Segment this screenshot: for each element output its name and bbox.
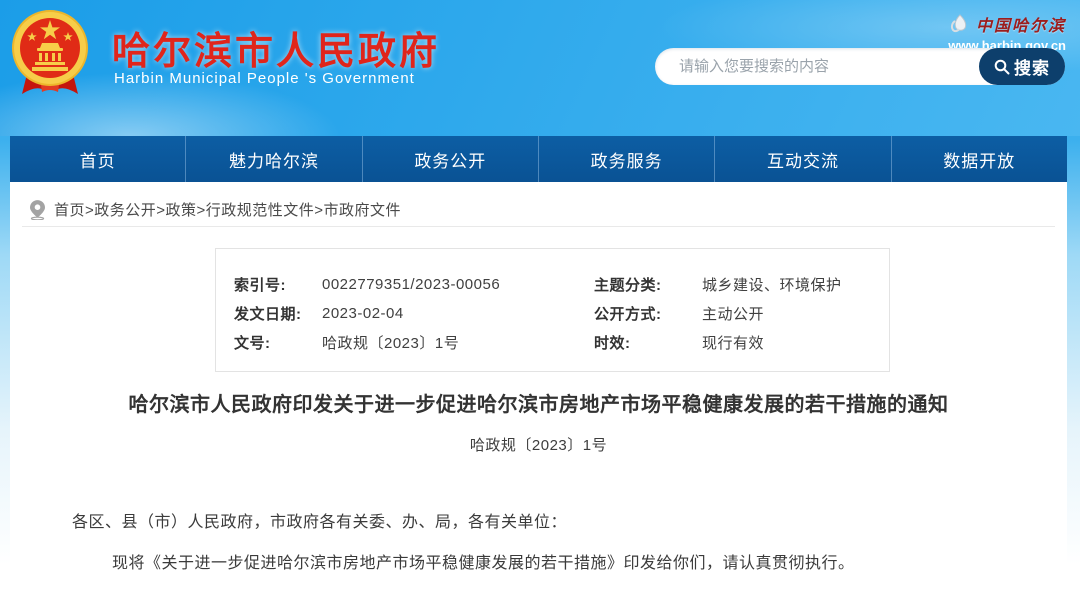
national-emblem-icon	[10, 8, 90, 98]
nav-item-gov-info[interactable]: 政务公开	[363, 136, 539, 182]
breadcrumb-text: 首页>政务公开>政策>行政规范性文件>市政府文件	[54, 199, 401, 220]
search-input[interactable]	[655, 48, 975, 85]
search-button[interactable]: 搜索	[979, 48, 1065, 85]
meta-value-doc-no: 哈政规〔2023〕1号	[322, 332, 594, 353]
meta-value-index-no: 0022779351/2023-00056	[322, 276, 594, 293]
meta-row: 文号: 哈政规〔2023〕1号 时效: 现行有效	[234, 328, 889, 357]
breadcrumb-divider	[22, 226, 1055, 227]
meta-value-validity: 现行有效	[702, 332, 889, 353]
meta-label-index-no: 索引号:	[234, 274, 322, 295]
nav-item-gov-service[interactable]: 政务服务	[539, 136, 715, 182]
body-paragraph-main: 现将《关于进一步促进哈尔滨市房地产市场平稳健康发展的若干措施》印发给你们，请认真…	[112, 553, 855, 575]
meta-label-validity: 时效:	[594, 332, 702, 353]
meta-label-category: 主题分类:	[594, 274, 702, 295]
site-title-english: Harbin Municipal People 's Government	[114, 70, 415, 87]
nav-item-open-data[interactable]: 数据开放	[892, 136, 1067, 182]
brand-link[interactable]: 中国哈尔滨 www.harbin.gov.cn	[948, 12, 1066, 53]
meta-label-open-mode: 公开方式:	[594, 303, 702, 324]
page: 哈尔滨市人民政府 Harbin Municipal People 's Gove…	[0, 0, 1080, 592]
meta-row: 发文日期: 2023-02-04 公开方式: 主动公开	[234, 299, 889, 328]
location-pin-icon	[30, 200, 45, 220]
lilac-flower-icon	[949, 13, 971, 35]
nav-item-home[interactable]: 首页	[10, 136, 186, 182]
meta-value-issue-date: 2023-02-04	[322, 305, 594, 322]
search-bar: 搜索	[655, 48, 1065, 85]
meta-value-open-mode: 主动公开	[702, 303, 889, 324]
brand-name: 中国哈尔滨	[976, 12, 1066, 36]
nav-item-charm[interactable]: 魅力哈尔滨	[186, 136, 362, 182]
document-meta-table: 索引号: 0022779351/2023-00056 主题分类: 城乡建设、环境…	[215, 248, 890, 372]
meta-row: 索引号: 0022779351/2023-00056 主题分类: 城乡建设、环境…	[234, 270, 889, 299]
site-header: 哈尔滨市人民政府 Harbin Municipal People 's Gove…	[0, 0, 1080, 136]
meta-label-doc-no: 文号:	[234, 332, 322, 353]
meta-value-category: 城乡建设、环境保护	[702, 274, 889, 295]
nav-item-interaction[interactable]: 互动交流	[715, 136, 891, 182]
document-number: 哈政规〔2023〕1号	[10, 434, 1067, 455]
document-title: 哈尔滨市人民政府印发关于进一步促进哈尔滨市房地产市场平稳健康发展的若干措施的通知	[10, 388, 1067, 417]
site-title: 哈尔滨市人民政府	[112, 20, 440, 75]
body-paragraph-salutation: 各区、县（市）人民政府，市政府各有关委、办、局，各有关单位：	[72, 512, 567, 534]
meta-label-issue-date: 发文日期:	[234, 303, 322, 324]
search-button-label: 搜索	[1014, 54, 1050, 79]
breadcrumb[interactable]: 首页>政务公开>政策>行政规范性文件>市政府文件	[30, 199, 401, 220]
content-panel: 首页>政务公开>政策>行政规范性文件>市政府文件 索引号: 0022779351…	[10, 182, 1067, 592]
search-icon	[994, 59, 1010, 75]
main-nav: 首页 魅力哈尔滨 政务公开 政务服务 互动交流 数据开放	[10, 136, 1067, 182]
